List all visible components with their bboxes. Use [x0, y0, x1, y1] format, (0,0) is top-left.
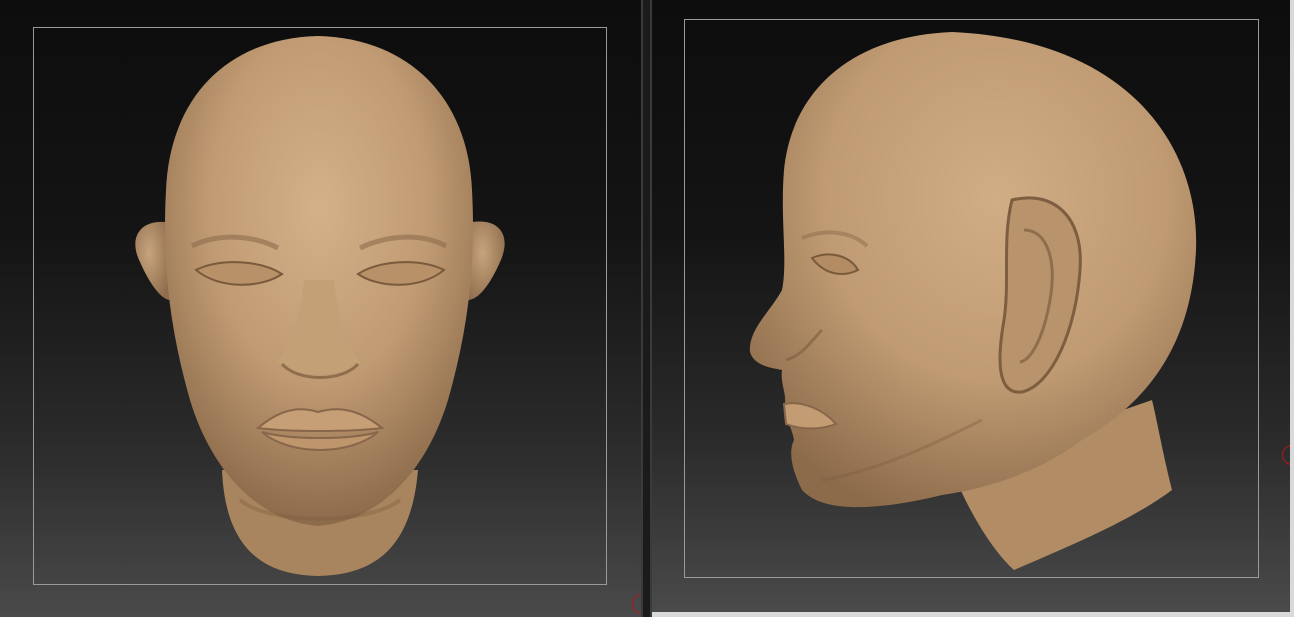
front-head-model[interactable] — [0, 0, 641, 617]
viewport-splitter[interactable] — [641, 0, 652, 617]
right-ear — [468, 221, 505, 300]
side-head-model[interactable] — [652, 0, 1290, 612]
sculpt-workspace — [0, 0, 1294, 617]
front-viewport[interactable] — [0, 0, 641, 617]
left-ear — [135, 221, 170, 300]
window-edge — [1290, 0, 1294, 617]
side-viewport[interactable] — [652, 0, 1290, 612]
window-edge — [652, 612, 1294, 617]
